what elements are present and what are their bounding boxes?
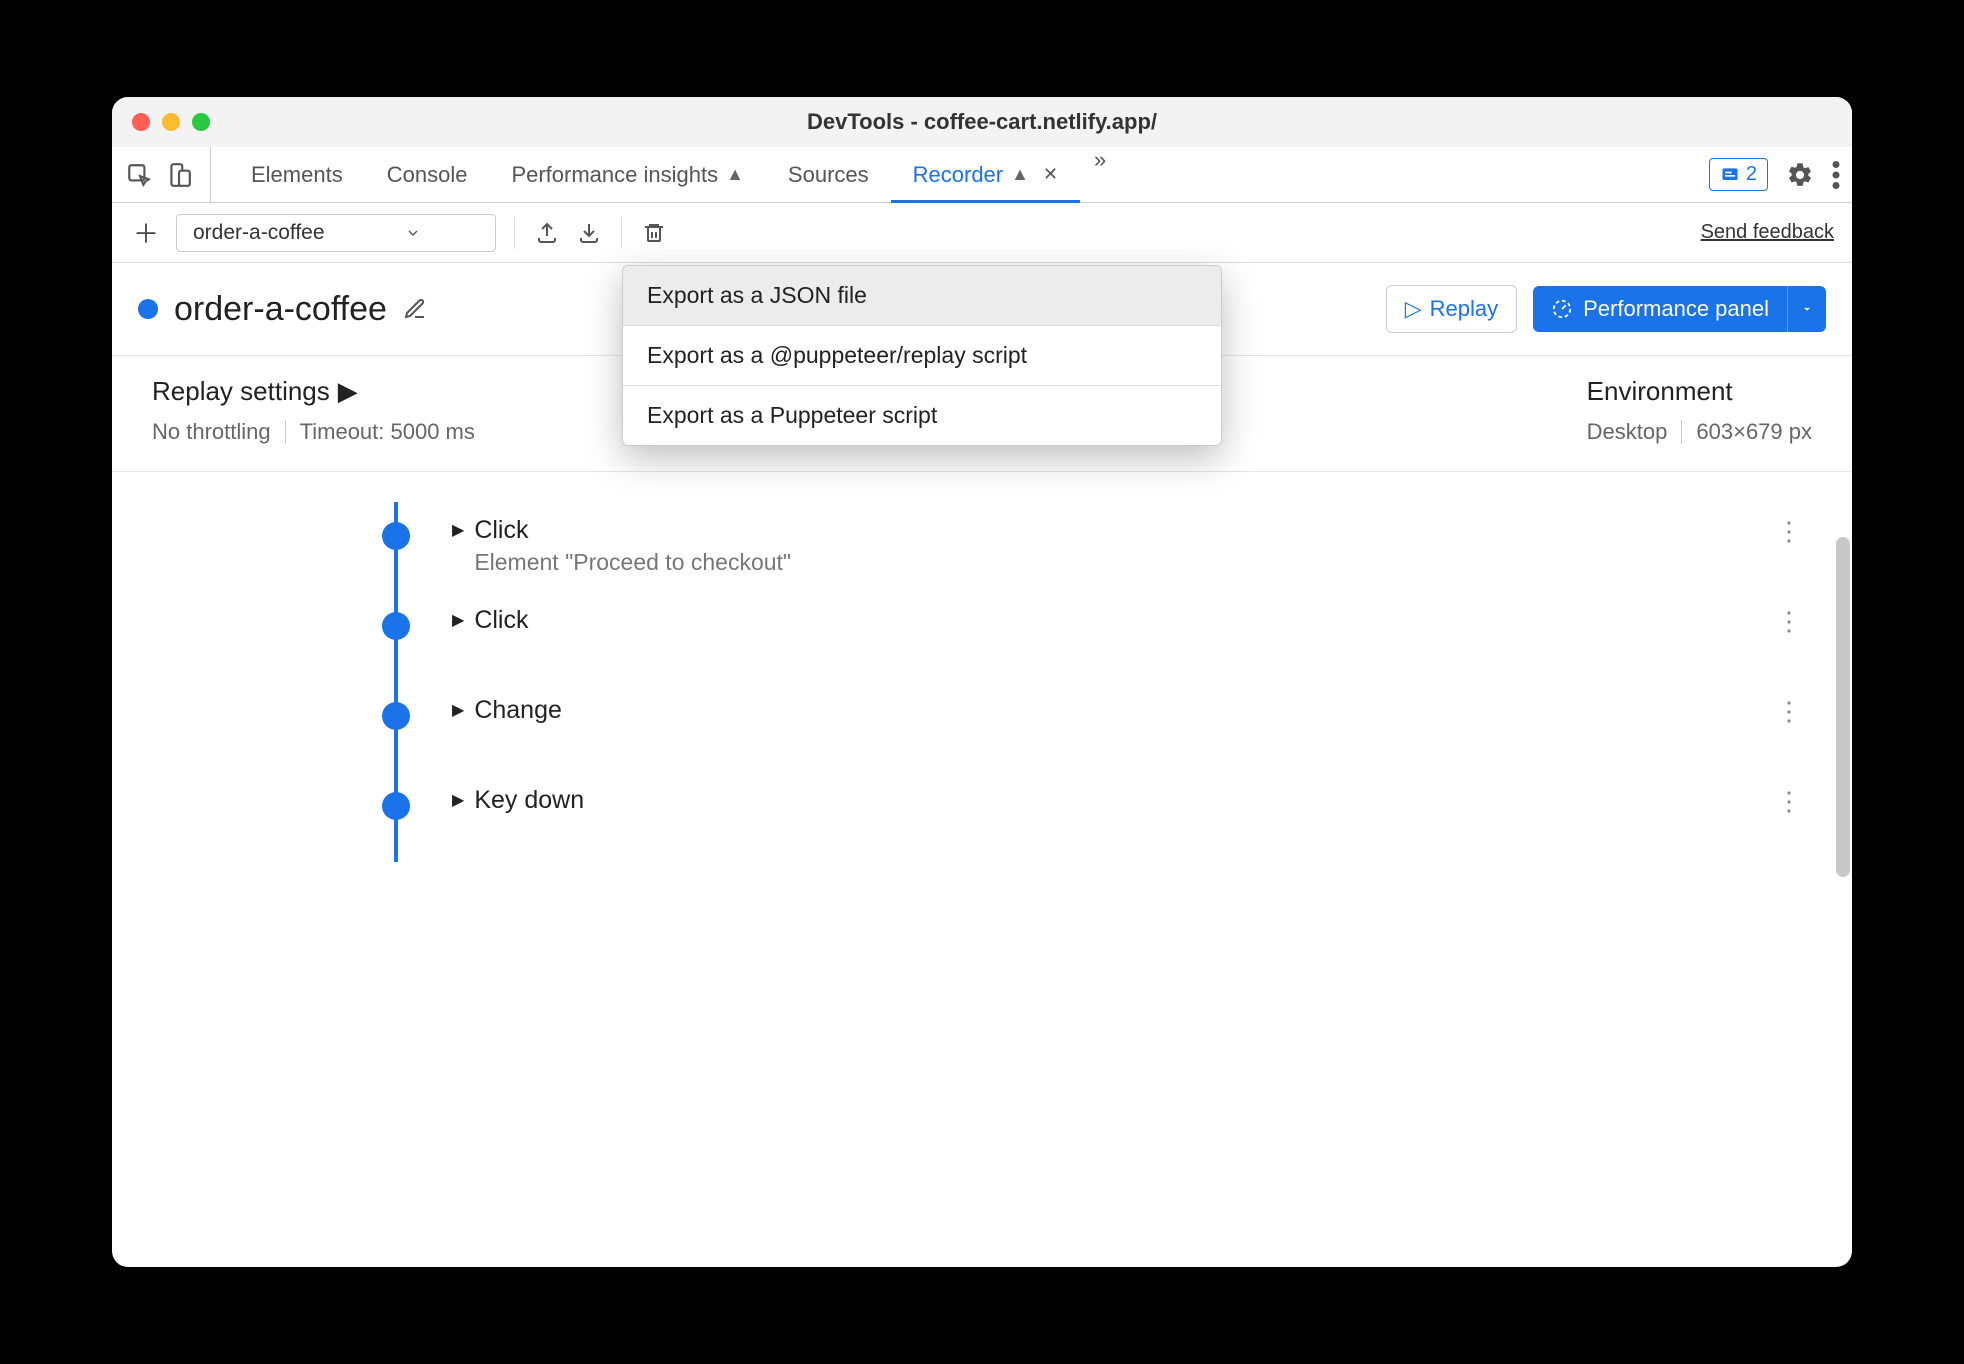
experiment-icon: ▲ [726, 164, 744, 185]
delete-button[interactable] [640, 219, 668, 247]
replay-button[interactable]: ▷ Replay [1386, 285, 1517, 333]
maximize-window-button[interactable] [192, 113, 210, 131]
tab-sources[interactable]: Sources [766, 147, 891, 202]
caret-right-icon: ▶ [338, 376, 358, 407]
step-menu-icon[interactable]: ⋮ [1766, 696, 1812, 727]
titlebar: DevTools - coffee-cart.netlify.app/ [112, 97, 1852, 147]
tab-console[interactable]: Console [365, 147, 490, 202]
devtools-tabstrip: Elements Console Performance insights ▲ … [112, 147, 1852, 203]
settings-gear-icon[interactable] [1786, 161, 1814, 189]
steps-timeline: ▶ Click Element "Proceed to checkout" ⋮ … [112, 472, 1852, 1267]
experiment-icon: ▲ [1011, 164, 1029, 185]
tab-label: Console [387, 162, 468, 188]
export-button[interactable] [533, 219, 561, 247]
export-puppeteer-replay-item[interactable]: Export as a @puppeteer/replay script [623, 326, 1221, 385]
traffic-lights [132, 113, 210, 131]
new-recording-button[interactable]: ＋ [130, 217, 162, 249]
tab-recorder[interactable]: Recorder ▲ ✕ [891, 147, 1080, 202]
step-row[interactable]: ▶ Key down ⋮ [382, 772, 1812, 862]
recording-selector-value: order-a-coffee [193, 221, 325, 245]
divider [285, 420, 286, 444]
close-window-button[interactable] [132, 113, 150, 131]
environment-label: Environment [1587, 376, 1733, 407]
divider [514, 217, 515, 249]
caret-right-icon[interactable]: ▶ [452, 700, 464, 720]
divider [621, 217, 622, 249]
step-detail: Element "Proceed to checkout" [474, 549, 1766, 576]
tab-label: Performance insights [511, 162, 718, 188]
recording-selector[interactable]: order-a-coffee [176, 214, 496, 252]
tab-label: Recorder [913, 162, 1003, 188]
device-toggle-icon[interactable] [164, 160, 194, 190]
export-puppeteer-item[interactable]: Export as a Puppeteer script [623, 386, 1221, 445]
environment-device: Desktop [1587, 419, 1668, 445]
recorder-toolbar: ＋ order-a-coffee Send feedback [112, 203, 1852, 263]
issues-icon [1720, 165, 1740, 185]
replay-settings-toggle[interactable]: Replay settings ▶ [152, 376, 475, 407]
caret-right-icon[interactable]: ▶ [452, 520, 464, 540]
divider [1681, 420, 1682, 444]
play-icon: ▷ [1405, 296, 1422, 322]
more-menu-icon[interactable] [1832, 161, 1840, 189]
close-tab-icon[interactable]: ✕ [1043, 164, 1058, 185]
tab-elements[interactable]: Elements [229, 147, 365, 202]
import-button[interactable] [575, 219, 603, 247]
throttling-value: No throttling [152, 419, 271, 445]
tabs-overflow-button[interactable]: » [1080, 147, 1120, 202]
step-node [382, 612, 410, 640]
step-title: Click [474, 516, 1766, 545]
caret-right-icon[interactable]: ▶ [452, 610, 464, 630]
minimize-window-button[interactable] [162, 113, 180, 131]
caret-right-icon[interactable]: ▶ [452, 790, 464, 810]
step-menu-icon[interactable]: ⋮ [1766, 786, 1812, 817]
step-menu-icon[interactable]: ⋮ [1766, 606, 1812, 637]
performance-panel-dropdown[interactable] [1787, 286, 1826, 332]
recording-name: order-a-coffee [174, 290, 387, 329]
edit-name-icon[interactable] [403, 297, 427, 321]
issues-count: 2 [1746, 163, 1757, 186]
window-title: DevTools - coffee-cart.netlify.app/ [112, 109, 1852, 135]
replay-label: Replay [1430, 296, 1498, 322]
export-json-item[interactable]: Export as a JSON file [623, 266, 1221, 325]
step-node [382, 792, 410, 820]
tab-performance-insights[interactable]: Performance insights ▲ [489, 147, 765, 202]
step-title: Change [474, 696, 1766, 725]
send-feedback-link[interactable]: Send feedback [1701, 221, 1834, 244]
gauge-icon [1551, 298, 1573, 320]
performance-panel-button[interactable]: Performance panel [1533, 286, 1826, 332]
environment-dimensions: 603×679 px [1696, 419, 1812, 445]
scrollbar-thumb[interactable] [1836, 537, 1850, 877]
timeout-value: Timeout: 5000 ms [300, 419, 475, 445]
replay-settings-label: Replay settings [152, 376, 330, 407]
step-node [382, 702, 410, 730]
step-menu-icon[interactable]: ⋮ [1766, 516, 1812, 547]
devtools-window: DevTools - coffee-cart.netlify.app/ Elem… [112, 97, 1852, 1267]
step-node [382, 522, 410, 550]
step-row[interactable]: ▶ Click ⋮ [382, 592, 1812, 682]
export-menu: Export as a JSON file Export as a @puppe… [622, 265, 1222, 446]
step-title: Key down [474, 786, 1766, 815]
step-title: Click [474, 606, 1766, 635]
step-row[interactable]: ▶ Click Element "Proceed to checkout" ⋮ [382, 502, 1812, 592]
tab-label: Elements [251, 162, 343, 188]
recording-status-dot [138, 299, 158, 319]
chevron-down-icon [405, 225, 421, 241]
perf-label: Performance panel [1583, 296, 1769, 322]
inspect-element-icon[interactable] [124, 160, 154, 190]
issues-button[interactable]: 2 [1709, 158, 1768, 191]
tab-label: Sources [788, 162, 869, 188]
step-row[interactable]: ▶ Change ⋮ [382, 682, 1812, 772]
